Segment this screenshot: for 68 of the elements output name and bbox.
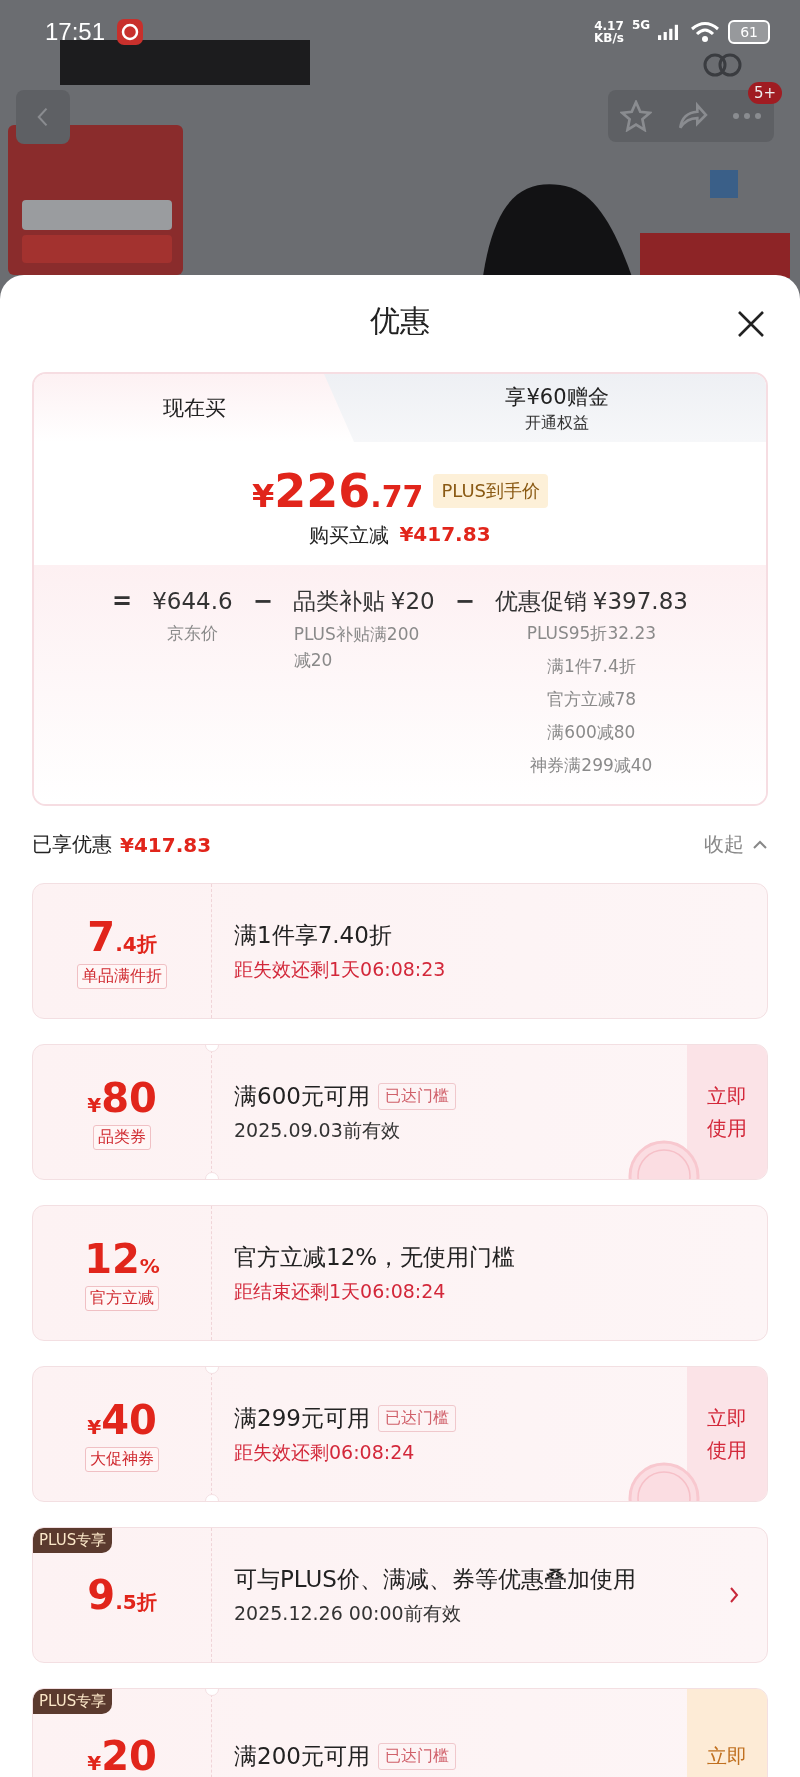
breakdown-amount: ¥20 xyxy=(390,587,435,616)
use-now-button[interactable]: 立即使用 xyxy=(687,1045,767,1179)
coupon-value: 9.5折 xyxy=(87,1572,157,1618)
threshold-tag: 已达门槛 xyxy=(377,1082,456,1110)
network-speed: 4.17 KB/s xyxy=(594,20,624,44)
operator: = xyxy=(112,586,133,617)
tab[interactable]: 享¥60赠金 开通权益 xyxy=(324,374,766,442)
breakdown-detail: 满600减80 xyxy=(547,721,636,744)
coupon-validity: 距结束还剩1天06:08:24 xyxy=(234,1278,447,1304)
coupon-title: 满299元可用 xyxy=(234,1403,370,1433)
back-button[interactable] xyxy=(16,90,70,144)
coupon-tag: 官方立减 xyxy=(85,1285,159,1311)
wifi-icon xyxy=(690,21,721,43)
breakdown-label: 优惠促销 xyxy=(494,587,587,616)
coupon-title: 官方立减12%，无使用门槛 xyxy=(234,1242,516,1272)
coupon-value: ¥20 xyxy=(87,1733,157,1777)
chevron-up-icon xyxy=(752,839,768,850)
coupon-validity: 距失效还剩1天06:08:23 xyxy=(234,956,447,982)
threshold-tag: 已达门槛 xyxy=(377,1404,456,1432)
coupon-value: ¥40 xyxy=(87,1396,157,1443)
close-icon[interactable] xyxy=(736,309,766,339)
operator: − xyxy=(252,586,273,617)
threshold-tag: 已达门槛 xyxy=(377,1742,456,1770)
coupon-value: ¥80 xyxy=(87,1074,157,1121)
summary-label: 已享优惠 xyxy=(32,831,112,858)
breakdown-detail: 官方立减78 xyxy=(546,688,637,711)
battery-indicator: 61 xyxy=(728,20,770,44)
use-now-button[interactable]: 立即使用 xyxy=(687,1367,767,1501)
collapse-toggle[interactable]: 收起 xyxy=(704,831,768,858)
more-icon[interactable] xyxy=(732,111,762,121)
operator: − xyxy=(454,586,475,617)
summary-amount: ¥417.83 xyxy=(120,832,212,857)
network-type: 5G xyxy=(631,18,651,32)
coupon-tag: 单品满件折 xyxy=(77,963,167,989)
sheet-title: 优惠 xyxy=(370,301,430,340)
saving-amount: ¥417.83 xyxy=(399,522,491,548)
breakdown-amount: ¥397.83 xyxy=(592,587,688,616)
breakdown-detail: 京东价 xyxy=(166,622,218,645)
breakdown-detail: 神券满299减40 xyxy=(530,754,653,777)
breakdown-detail: PLUS补贴满200减20 xyxy=(293,623,421,672)
coupon-title: 满1件享7.40折 xyxy=(234,920,392,950)
coupon-value: 12% xyxy=(84,1235,160,1282)
coupon-validity: 距失效还剩06:08:24 xyxy=(234,1439,416,1465)
tab[interactable]: 现在买 xyxy=(34,374,354,442)
price-tag: PLUS到手价 xyxy=(433,474,548,508)
breakdown-amount: ¥644.6 xyxy=(152,587,233,616)
chevron-right-icon[interactable] xyxy=(729,1586,739,1604)
breakdown-label: 品类补贴 xyxy=(292,587,385,616)
chevron-left-icon xyxy=(36,105,50,129)
coupon-tag: 品类券 xyxy=(93,1124,151,1150)
saving-label: 购买立减 xyxy=(309,522,390,549)
plus-badge: PLUS专享 xyxy=(33,1689,113,1714)
use-now-button[interactable]: 立即 xyxy=(687,1689,767,1777)
coupon-value: 7.4折 xyxy=(87,913,157,960)
coupon-title: 满600元可用 xyxy=(234,1081,370,1111)
breakdown-detail: 满1件7.4折 xyxy=(546,655,636,678)
status-time: 17:51 xyxy=(45,18,106,46)
notification-badge: 5+ xyxy=(747,82,782,104)
plus-badge: PLUS专享 xyxy=(33,1528,113,1553)
coupon-title: 满200元可用 xyxy=(234,1741,370,1771)
coupon-title: 可与PLUS价、满减、券等优惠叠加使用 xyxy=(234,1564,636,1594)
coupon-validity: 2025.09.03前有效 xyxy=(234,1117,401,1143)
coupon-tag: 大促神券 xyxy=(85,1446,159,1472)
favorite-star-icon[interactable] xyxy=(620,100,652,132)
app-notification-icon xyxy=(117,19,144,45)
coupon-validity: 2025.12.26 00:00前有效 xyxy=(234,1600,462,1626)
final-price: ¥226.77 xyxy=(251,464,424,518)
breakdown-detail: PLUS95折32.23 xyxy=(526,622,657,645)
